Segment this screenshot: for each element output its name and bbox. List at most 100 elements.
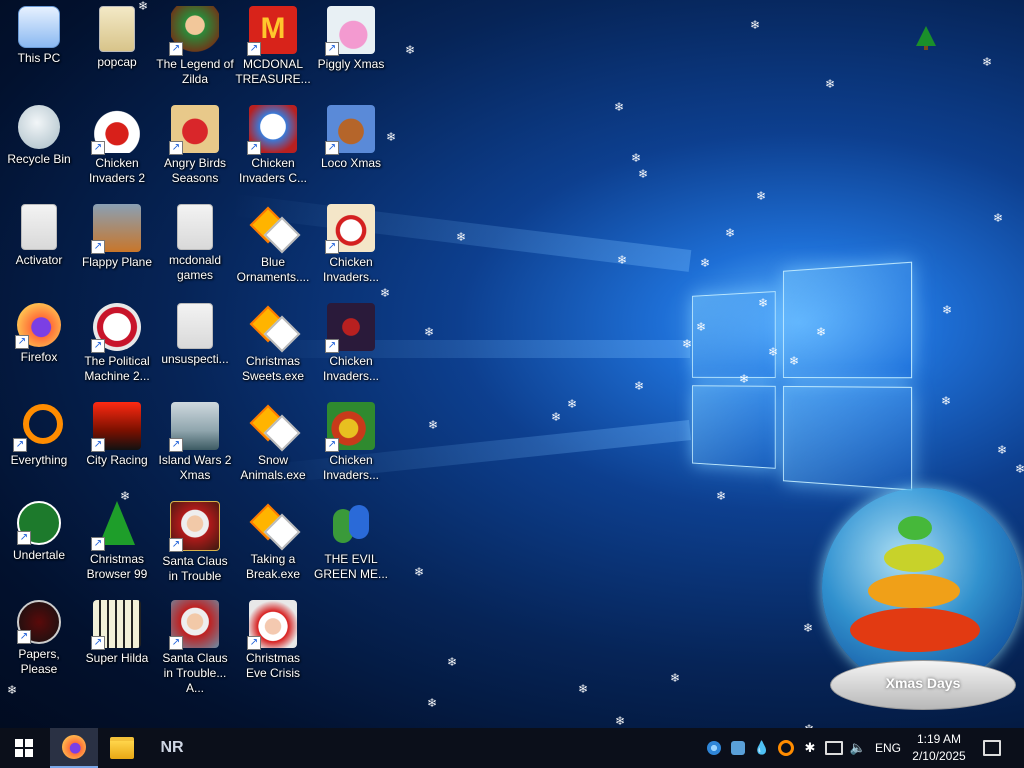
christmas-tree-icon: ↗ [91,501,141,551]
start-button[interactable] [0,728,48,768]
taskbar-firefox[interactable] [50,728,98,768]
desktop-icon-mcdonal-treasure[interactable]: M ↗ MCDONAL TREASURE... [234,6,312,87]
desktop-icon-chicken-invaders-d[interactable]: ↗ Chicken Invaders... [312,402,390,483]
desktop-icon-super-hilda[interactable]: ↗ Super Hilda [78,600,156,666]
network-icon[interactable] [824,728,844,768]
desktop-icon-mcdonald-games[interactable]: mcdonald games [156,204,234,283]
notification-button[interactable] [980,728,1004,768]
flappy-plane-icon: ↗ [91,204,141,254]
tray-snowflake-icon[interactable]: ✱ [800,728,820,768]
desktop-icon-christmas-browser[interactable]: ↗ Christmas Browser 99 [78,501,156,582]
language-indicator[interactable]: ENG [872,728,904,768]
desktop-icon-recycle-bin[interactable]: Recycle Bin [0,105,78,167]
desktop-icon-loco-xmas[interactable]: ↗ Loco Xmas [312,105,390,171]
island-wars-icon: ↗ [169,402,219,452]
shortcut-arrow-icon: ↗ [169,538,183,552]
everything-search-icon: ↗ [13,402,63,452]
papers-please-icon: ↗ [17,600,61,644]
taskbar: NR 💧 ✱ 🔈 ENG 1:19 AM 2/10/2025 [0,728,1024,768]
taskbar-file-explorer[interactable] [98,728,146,768]
desktop-icon-city-racing[interactable]: ↗ City Racing [78,402,156,468]
shortcut-arrow-icon: ↗ [247,636,261,650]
desktop-icon-undertale[interactable]: ↗ Undertale [0,501,78,563]
snow-globe-text: Xmas Days [885,675,961,691]
clock-time: 1:19 AM [916,732,962,746]
taskbar-nr-app[interactable]: NR [148,728,196,768]
tray-app-icon[interactable] [704,728,724,768]
shortcut-arrow-icon: ↗ [325,339,339,353]
desktop-icon-popcap[interactable]: popcap [78,6,156,70]
angry-birds-icon: ↗ [169,105,219,155]
shortcut-arrow-icon: ↗ [325,240,339,254]
firefox-icon: ↗ [15,303,61,349]
file-icon [177,303,213,349]
snowman-icon: ↗ [247,105,297,155]
file-icon [21,204,57,250]
desktop-icon-flappy-plane[interactable]: ↗ Flappy Plane [78,204,156,270]
santa-claus-icon: ↗ [169,600,219,650]
desktop-icon-unsuspecti[interactable]: unsuspecti... [156,303,234,367]
desktop-icon-chicken-invaders-a[interactable]: ↗ Chicken Invaders... [312,204,390,285]
desktop-icon-snow-animals[interactable]: Snow Animals.exe [234,402,312,483]
loco-xmas-icon: ↗ [325,105,375,155]
shortcut-arrow-icon: ↗ [15,335,29,349]
desktop-icon-angry-birds[interactable]: ↗ Angry Birds Seasons [156,105,234,186]
tray-water-drop-icon[interactable]: 💧 [752,728,772,768]
volume-muted-icon[interactable]: 🔈 [848,728,868,768]
this-pc-icon [18,6,60,48]
mcdonalds-icon: M ↗ [247,6,297,56]
chicken-invaders-icon: ↗ [325,402,375,452]
desktop-icon-activator[interactable]: Activator [0,204,78,268]
desktop-icon-christmas-eve-crisis[interactable]: ↗ Christmas Eve Crisis [234,600,312,681]
tray-app-icon[interactable] [728,728,748,768]
desktop-icon-island-wars[interactable]: ↗ Island Wars 2 Xmas [156,402,234,483]
chicken-invaders-icon: ↗ [325,204,375,254]
snow-globe-decoration: Xmas Days [818,488,1024,718]
nr-app-label: NR [160,739,184,756]
desktop-icon-chicken-invaders-2[interactable]: ↗ Chicken Invaders 2 [78,105,156,186]
shortcut-arrow-icon: ↗ [17,531,31,545]
desktop-icon-papers-please[interactable]: ↗ Papers, Please [0,600,78,677]
shortcut-arrow-icon: ↗ [169,438,183,452]
desktop-icon-santa-claus-in-trouble-2[interactable]: ↗ Santa Claus in Trouble... A... [156,600,234,696]
tray-everything-icon[interactable] [776,728,796,768]
shortcut-arrow-icon: ↗ [169,141,183,155]
desktop-icon-political-machine[interactable]: ↗ The Political Machine 2... [78,303,156,384]
super-hilda-icon: ↗ [91,600,141,650]
installer-icon [249,303,301,353]
desktop-icon-legend-of-zilda[interactable]: ↗ The Legend of Zilda [156,6,234,87]
desktop-icon-evil-green-me[interactable]: THE EVIL GREEN ME... [312,501,390,582]
desktop-icon-firefox[interactable]: ↗ Firefox [0,303,78,365]
desktop-icon-this-pc[interactable]: This PC [0,6,78,66]
shortcut-arrow-icon: ↗ [325,438,339,452]
desktop-icon-santa-claus-in-trouble[interactable]: ↗ Santa Claus in Trouble [156,501,234,584]
desktop-icon-taking-a-break[interactable]: Taking a Break.exe [234,501,312,582]
city-racing-icon: ↗ [91,402,141,452]
desktop-icon-everything[interactable]: ↗ Everything [0,402,78,468]
installer-icon [249,204,301,254]
desktop-icon-chicken-invaders-c[interactable]: ↗ Chicken Invaders C... [234,105,312,186]
desktop-icon-blue-ornaments[interactable]: Blue Ornaments.... [234,204,312,285]
shortcut-arrow-icon: ↗ [91,339,105,353]
shortcut-arrow-icon: ↗ [13,438,27,452]
chicken-invaders-icon: ↗ [325,303,375,353]
shortcut-arrow-icon: ↗ [91,141,105,155]
shortcut-arrow-icon: ↗ [247,141,261,155]
desktop-icon-piggly-xmas[interactable]: ↗ Piggly Xmas [312,6,390,72]
legend-of-zilda-icon: ↗ [169,6,219,56]
shortcut-arrow-icon: ↗ [325,42,339,56]
shortcut-arrow-icon: ↗ [91,636,105,650]
desktop-icon-christmas-sweets[interactable]: Christmas Sweets.exe [234,303,312,384]
shortcut-arrow-icon: ↗ [17,630,31,644]
desktop[interactable]: ❄ ❄ ❄ ❄ ❄ ❄ ❄ ❄ ❄ ❄ ❄ ❄ ❄ ❄ ❄ ❄ ❄ ❄ ❄ ❄ … [0,0,1024,728]
clock-date: 2/10/2025 [912,749,966,763]
installer-icon [249,402,301,452]
political-machine-icon: ↗ [91,303,141,353]
desktop-icon-chicken-invaders-b[interactable]: ↗ Chicken Invaders... [312,303,390,384]
msn-messenger-icon [327,501,375,549]
chicken-invaders-2-icon: ↗ [91,105,141,155]
clock[interactable]: 1:19 AM 2/10/2025 [902,731,976,765]
windows-logo-wallpaper [692,261,913,491]
santa-claus-icon: ↗ [169,501,220,552]
shortcut-arrow-icon: ↗ [91,537,105,551]
